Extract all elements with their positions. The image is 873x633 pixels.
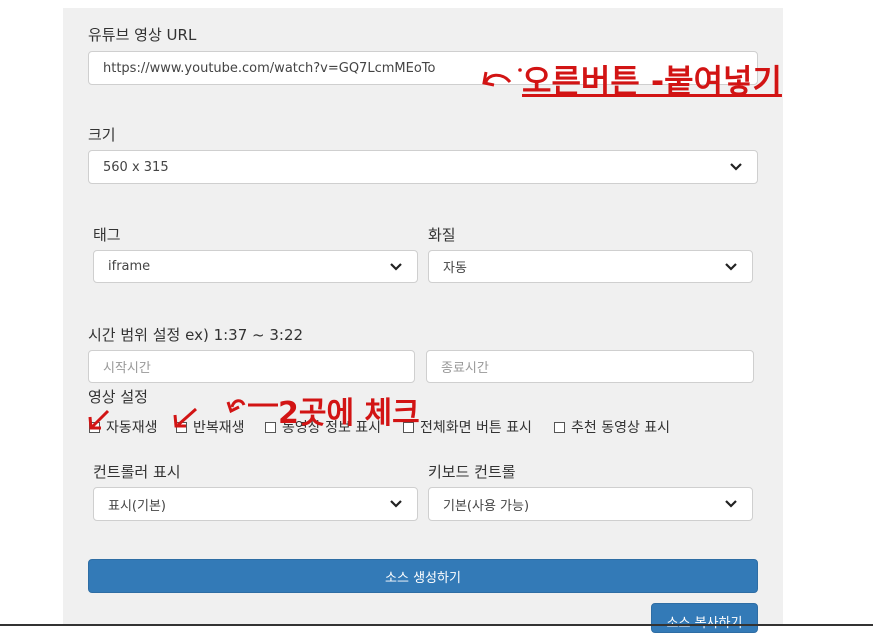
fullscreen-button-label: 전체화면 버튼 표시 <box>420 420 532 436</box>
url-label: 유튜브 영상 URL <box>88 26 197 44</box>
tag-label: 태그 <box>93 226 121 244</box>
video-settings-label: 영상 설정 <box>88 388 148 406</box>
controller-label: 컨트롤러 표시 <box>93 463 181 481</box>
size-select[interactable]: 560 x 315 <box>88 150 758 184</box>
start-time-placeholder: 시작시간 <box>103 361 151 376</box>
checkbox-box[interactable] <box>265 421 276 433</box>
chevron-down-icon <box>725 262 737 271</box>
controller-select-value: 표시(기본) <box>108 498 166 514</box>
keyboard-control-select[interactable]: 기본(사용 가능) <box>428 487 753 521</box>
annotation-arrow-icon <box>173 407 197 428</box>
fullscreen-button-checkbox[interactable]: 전체화면 버튼 표시 <box>403 417 532 437</box>
annotation-arrow-icon <box>88 409 110 430</box>
generate-source-button[interactable]: 소스 생성하기 <box>88 559 758 593</box>
size-label: 크기 <box>88 126 116 144</box>
tag-select[interactable]: iframe <box>93 250 418 283</box>
chevron-down-icon <box>730 163 742 171</box>
annotation-arrow-icon <box>226 399 278 414</box>
chevron-down-icon <box>725 500 737 508</box>
chevron-down-icon <box>390 500 402 508</box>
keyboard-control-select-value: 기본(사용 가능) <box>443 498 530 514</box>
size-select-value: 560 x 315 <box>103 159 169 175</box>
related-videos-label: 추천 동영상 표시 <box>571 420 671 436</box>
copy-source-button[interactable]: 소스 복사하기 <box>651 603 758 633</box>
autoplay-label: 자동재생 <box>106 420 158 436</box>
tag-select-value: iframe <box>108 259 151 274</box>
controller-select[interactable]: 표시(기본) <box>93 487 418 521</box>
end-time-input[interactable]: 종료시간 <box>426 350 754 383</box>
quality-select[interactable]: 자동 <box>428 250 753 283</box>
loop-label: 반복재생 <box>193 420 245 436</box>
paste-annotation: 오른버튼 -붙여넣기 <box>522 62 782 100</box>
time-range-label: 시간 범위 설정 ex) 1:37 ~ 3:22 <box>88 326 304 344</box>
keyboard-control-label: 키보드 컨트롤 <box>428 463 516 481</box>
quality-label: 화질 <box>428 226 456 244</box>
end-time-placeholder: 종료시간 <box>441 361 489 376</box>
url-input-value: https://www.youtube.com/watch?v=GQ7LcmME… <box>103 60 436 76</box>
chevron-down-icon <box>390 262 402 271</box>
check-annotation: 2곳에 체크 <box>278 396 420 431</box>
related-videos-checkbox[interactable]: 추천 동영상 표시 <box>554 417 670 437</box>
checkbox-box[interactable] <box>554 421 565 433</box>
annotation-arrow-icon <box>482 68 522 87</box>
quality-select-value: 자동 <box>443 261 467 276</box>
start-time-input[interactable]: 시작시간 <box>88 350 415 383</box>
